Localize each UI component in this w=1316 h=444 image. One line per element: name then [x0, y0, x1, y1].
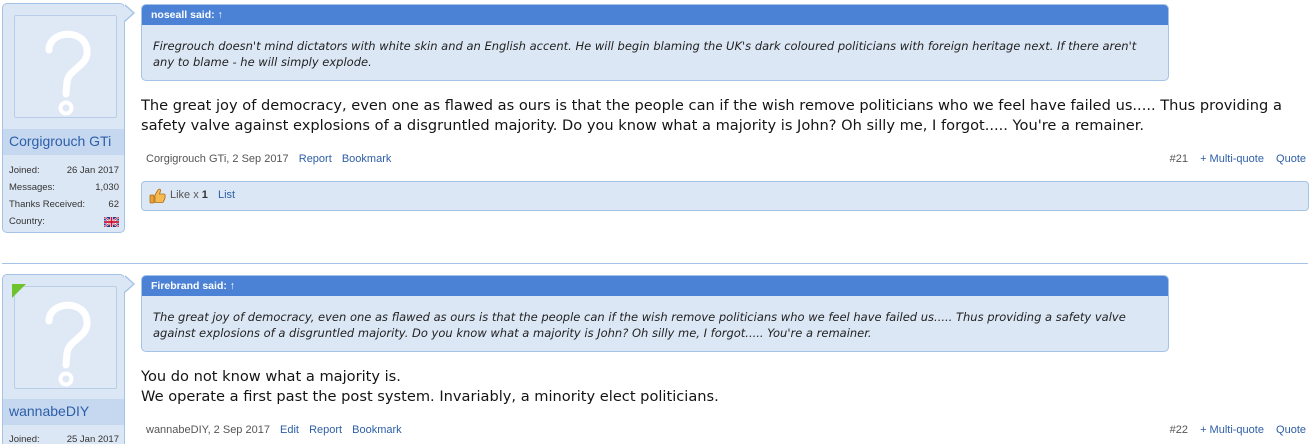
message-body: The great joy of democracy, even one as …	[141, 97, 1282, 134]
username[interactable]: wannabeDIY	[3, 399, 124, 425]
quote-text: Firegrouch doesn't mind dictators with w…	[153, 39, 1137, 69]
stat-joined: Joined: 26 Jan 2017	[3, 163, 124, 180]
user-info-panel: Corgigrouch GTi Joined: 26 Jan 2017 Mess…	[2, 3, 125, 233]
stat-label: Messages:	[9, 182, 55, 193]
avatar[interactable]	[14, 15, 117, 118]
quote-attribution[interactable]: noseall said: ↑	[142, 5, 1168, 25]
post-controls: #22 + Multi-quote Quote	[1161, 424, 1306, 436]
edit-link[interactable]: Edit	[280, 424, 299, 436]
like-count-label: Like x 1	[170, 189, 208, 201]
quote-attribution[interactable]: Firebrand said: ↑	[142, 276, 1168, 296]
quote-block: Firebrand said: ↑ The great joy of democ…	[141, 275, 1169, 352]
avatar[interactable]	[14, 286, 117, 389]
default-avatar-question-icon	[45, 301, 91, 387]
message-body: You do not know what a majority is. We o…	[141, 367, 1311, 407]
multiquote-button[interactable]: + Multi-quote	[1200, 153, 1264, 165]
author-date[interactable]: Corgigrouch GTi, 2 Sep 2017	[146, 153, 289, 165]
quote-text: The great joy of democracy, even one as …	[153, 310, 1126, 340]
quote-button[interactable]: Quote	[1276, 153, 1306, 165]
like-label: Like x	[170, 189, 202, 201]
likes-summary: Like x 1 List	[141, 181, 1309, 211]
post-number[interactable]: #22	[1170, 424, 1188, 436]
multiquote-button[interactable]: + Multi-quote	[1200, 424, 1264, 436]
post-meta: Corgigrouch GTi, 2 Sep 2017 Report Bookm…	[146, 153, 391, 165]
username[interactable]: Corgigrouch GTi	[3, 129, 124, 155]
stat-value: 25 Jan 2017	[66, 434, 119, 444]
thumbs-up-icon	[149, 188, 166, 204]
stat-thanks: Thanks Received: 62	[3, 197, 124, 214]
report-link[interactable]: Report	[299, 153, 332, 165]
message-line: You do not know what a majority is.	[141, 368, 401, 385]
stat-value: 26 Jan 2017	[66, 165, 119, 176]
stat-value: 1,030	[95, 182, 119, 193]
user-info-panel: wannabeDIY Joined: 25 Jan 2017	[2, 274, 125, 444]
user-stats: Joined: 25 Jan 2017	[3, 432, 124, 444]
bookmark-link[interactable]: Bookmark	[342, 153, 392, 165]
post-number[interactable]: #21	[1170, 153, 1188, 165]
bookmark-link[interactable]: Bookmark	[352, 424, 402, 436]
message-line: We operate a first past the post system.…	[141, 388, 719, 405]
default-avatar-question-icon	[45, 30, 91, 116]
stat-label: Joined:	[9, 165, 40, 176]
online-indicator-icon	[12, 284, 26, 298]
user-panel-arrow	[124, 276, 133, 292]
stat-messages: Messages: 1,030	[3, 180, 124, 197]
user-stats: Joined: 26 Jan 2017 Messages: 1,030 Than…	[3, 163, 124, 231]
report-link[interactable]: Report	[309, 424, 342, 436]
post-meta: wannabeDIY, 2 Sep 2017 Edit Report Bookm…	[146, 424, 402, 436]
stat-joined: Joined: 25 Jan 2017	[3, 432, 124, 444]
author-date[interactable]: wannabeDIY, 2 Sep 2017	[146, 424, 270, 436]
stat-label: Joined:	[9, 434, 40, 444]
stat-label: Country:	[9, 216, 45, 227]
likes-list-link[interactable]: List	[218, 189, 235, 201]
stat-label: Thanks Received:	[9, 199, 86, 210]
post-controls: #21 + Multi-quote Quote	[1161, 153, 1306, 165]
quote-block: noseall said: ↑ Firegrouch doesn't mind …	[141, 4, 1169, 81]
stat-country: Country:	[3, 214, 124, 231]
user-panel-arrow	[124, 5, 133, 21]
uk-flag-icon	[104, 217, 119, 227]
quote-button[interactable]: Quote	[1276, 424, 1306, 436]
post-divider	[2, 263, 1308, 264]
stat-value: 62	[108, 199, 119, 210]
like-count: 1	[201, 189, 208, 201]
